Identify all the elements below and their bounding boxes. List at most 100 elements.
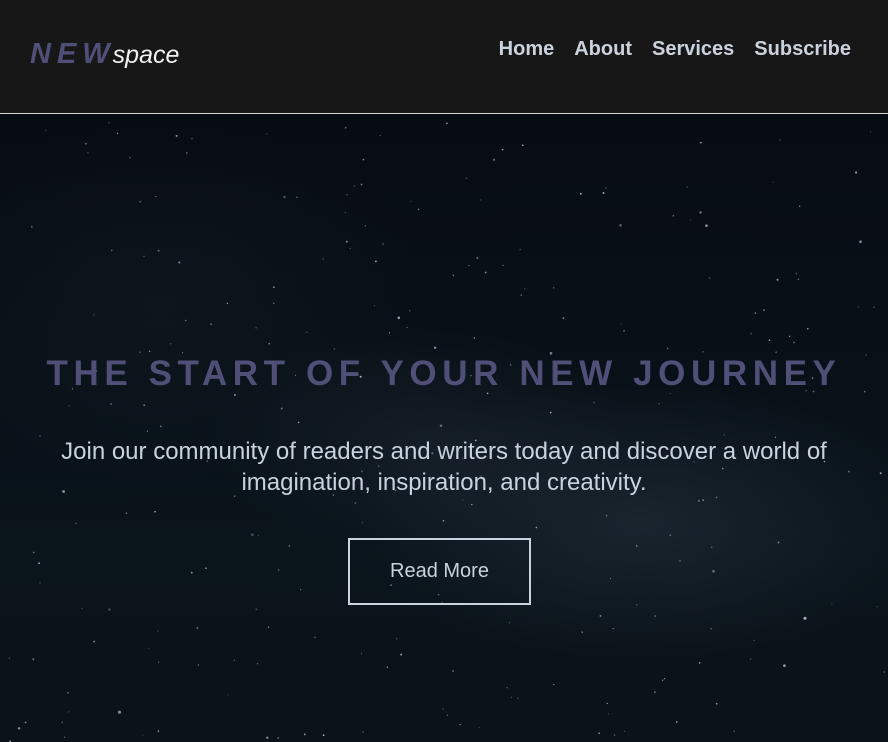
star — [857, 306, 859, 308]
hero-description: Join our community of readers and writer… — [61, 438, 827, 496]
star — [675, 721, 678, 723]
star — [876, 605, 878, 608]
star — [386, 666, 388, 668]
star — [501, 148, 504, 151]
star — [522, 144, 524, 147]
star — [388, 332, 390, 334]
star — [283, 195, 286, 199]
star — [442, 519, 445, 522]
star — [44, 129, 47, 132]
star — [191, 137, 193, 140]
star — [698, 662, 701, 664]
star — [233, 394, 236, 396]
nav-link-about[interactable]: About — [574, 38, 632, 61]
star — [360, 653, 363, 655]
star — [205, 567, 207, 570]
star — [750, 333, 752, 335]
star — [362, 731, 364, 733]
star — [803, 616, 807, 620]
star — [93, 640, 96, 643]
star — [268, 343, 270, 345]
star — [763, 309, 765, 311]
star — [305, 331, 308, 334]
star — [397, 316, 401, 320]
star — [666, 347, 669, 350]
star — [619, 224, 622, 227]
star — [322, 734, 325, 737]
logo-strong-text: NEW — [30, 38, 116, 70]
star — [93, 314, 95, 316]
site-logo[interactable]: NEWspace — [30, 38, 179, 71]
star — [344, 126, 347, 129]
star — [749, 658, 752, 660]
star — [502, 264, 504, 267]
star — [233, 659, 235, 661]
star — [492, 158, 496, 161]
star — [799, 205, 801, 207]
star — [442, 708, 444, 710]
star — [8, 657, 10, 659]
nav-link-home[interactable]: Home — [499, 38, 555, 61]
star — [178, 261, 181, 264]
star — [562, 317, 565, 320]
star — [654, 691, 656, 693]
star — [349, 247, 352, 250]
read-more-button[interactable]: Read More — [348, 538, 531, 605]
star — [452, 670, 455, 672]
star — [61, 721, 64, 724]
star — [593, 401, 595, 404]
star — [273, 286, 275, 288]
star — [508, 622, 511, 624]
star — [468, 264, 470, 267]
nav-link-subscribe[interactable]: Subscribe — [754, 38, 851, 61]
star — [256, 662, 259, 665]
star — [433, 346, 437, 349]
star — [699, 141, 702, 144]
star — [663, 677, 666, 680]
star — [374, 305, 376, 307]
star — [519, 248, 521, 251]
star — [807, 328, 809, 330]
star — [605, 514, 608, 517]
star — [32, 551, 35, 554]
star — [772, 181, 774, 183]
star — [733, 730, 735, 732]
star — [364, 225, 367, 227]
star — [778, 139, 781, 141]
star — [669, 534, 672, 537]
star — [250, 533, 254, 537]
star — [417, 208, 420, 211]
star — [484, 271, 487, 274]
star — [267, 626, 270, 628]
star — [139, 351, 141, 354]
star — [606, 702, 608, 705]
star — [609, 578, 612, 580]
star — [446, 122, 448, 125]
star — [107, 121, 110, 124]
star — [154, 510, 156, 513]
star — [473, 337, 476, 339]
nav-link-services[interactable]: Services — [652, 38, 734, 61]
star — [506, 686, 508, 689]
star — [408, 309, 411, 312]
star — [190, 571, 193, 574]
star — [410, 200, 412, 203]
star — [549, 411, 552, 414]
star — [158, 661, 160, 663]
page: NEWspace Home About Services Subscribe T… — [0, 0, 888, 742]
star — [303, 733, 306, 736]
star — [17, 727, 21, 730]
star — [553, 287, 555, 289]
star — [855, 171, 858, 174]
site-header: NEWspace Home About Services Subscribe — [0, 0, 888, 114]
star — [300, 589, 302, 591]
star — [462, 499, 464, 501]
star — [516, 697, 519, 700]
star — [344, 211, 346, 213]
star — [672, 214, 675, 217]
star — [265, 133, 268, 135]
star — [296, 196, 298, 199]
star — [859, 240, 862, 244]
star — [712, 569, 715, 573]
star — [266, 736, 269, 739]
